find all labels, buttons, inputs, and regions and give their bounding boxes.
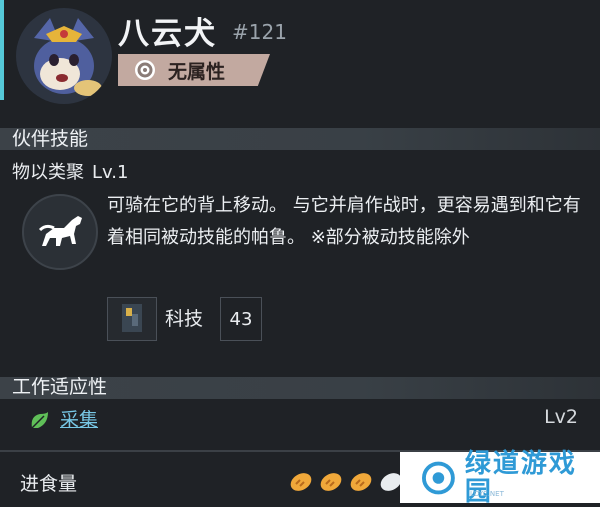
- tech-item-thumbnail: [107, 297, 157, 341]
- tech-item-icon: [122, 304, 142, 332]
- tech-value: 43: [220, 297, 262, 341]
- watermark-subtext: LDYC.NET: [470, 490, 504, 498]
- food-meter: [288, 470, 404, 494]
- tech-label: 科技: [165, 308, 204, 330]
- skill-icon: [22, 194, 98, 270]
- neutral-element-icon: [135, 60, 155, 80]
- skill-name-text: 物以类聚: [12, 162, 84, 183]
- bread-icon: [290, 473, 312, 491]
- watermark-logo-icon: [422, 461, 455, 494]
- bread-icon: [350, 473, 372, 491]
- bread-icon: [320, 473, 342, 491]
- element-label: 无属性: [168, 60, 226, 83]
- skill-description: 可骑在它的背上移动。 与它并肩作战时，更容易遇到和它有着相同被动技能的帕鲁。 ※…: [107, 195, 581, 248]
- pal-name: 八云犬: [118, 16, 217, 52]
- partner-skill-title: 伙伴技能: [12, 128, 89, 150]
- pal-number: #121: [232, 20, 287, 44]
- work-gathering-link[interactable]: 采集: [60, 405, 98, 432]
- work-suitability-title: 工作适应性: [12, 376, 108, 398]
- pal-portrait: [16, 8, 112, 104]
- horse-icon: [38, 216, 82, 246]
- leaf-icon: [31, 412, 48, 429]
- accent-bar: [0, 0, 4, 100]
- element-badge: 无属性: [118, 54, 270, 86]
- skill-level: Lv.1: [92, 162, 129, 183]
- work-gathering-level: Lv2: [544, 406, 578, 428]
- skill-name: 物以类聚 Lv.1: [12, 158, 128, 184]
- food-label: 进食量: [20, 473, 78, 495]
- partner-skill-header: [0, 128, 600, 150]
- watermark: 绿道游戏园 LDYC.NET: [400, 450, 600, 506]
